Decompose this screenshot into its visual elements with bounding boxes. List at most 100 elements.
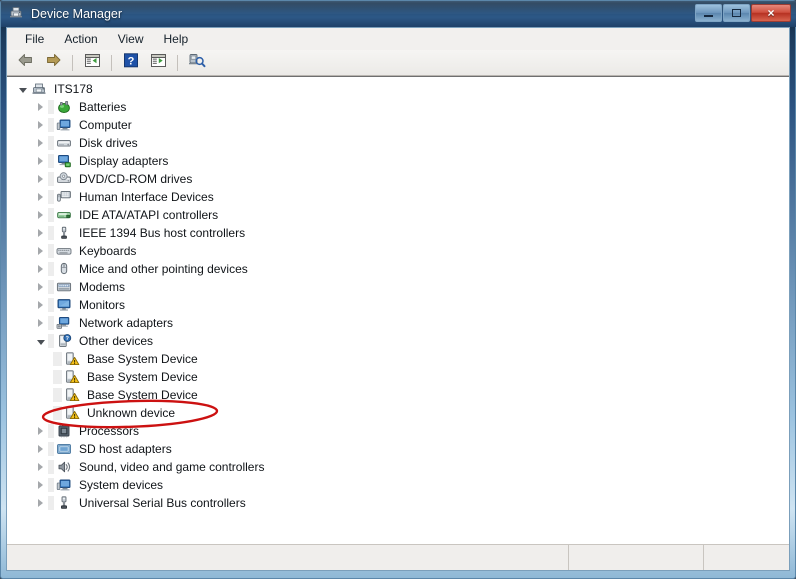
tree-item-base-system-device[interactable]: Base System Device [7,368,789,386]
tree-item-ieee-1394-bus-host-controllers[interactable]: IEEE 1394 Bus host controllers [7,224,789,242]
mouse-icon [55,261,72,277]
expand-triangle-icon[interactable] [35,480,46,491]
svg-text:?: ? [128,55,135,67]
menu-help[interactable]: Help [154,30,199,48]
maximize-button[interactable] [723,4,750,22]
properties-button[interactable] [146,52,170,74]
tree-item-keyboards[interactable]: Keyboards [7,242,789,260]
expand-triangle-icon[interactable] [35,282,46,293]
system-device-icon [55,477,72,493]
tree-item-label: Universal Serial Bus controllers [79,496,246,510]
tree-item-dvd-cd-rom-drives[interactable]: DVD/CD-ROM drives [7,170,789,188]
minimize-icon [704,14,713,17]
collapse-triangle-icon[interactable] [35,336,46,347]
tree-item-human-interface-devices[interactable]: Human Interface Devices [7,188,789,206]
tree-connector [53,370,62,384]
tree-item-label: IDE ATA/ATAPI controllers [79,208,219,222]
toolbar-separator [177,54,178,71]
tree-item-disk-drives[interactable]: Disk drives [7,134,789,152]
tree-item-label: SD host adapters [79,442,172,456]
tree-item-other-devices[interactable]: ? Other devices [7,332,789,350]
show-hide-console-tree-icon [84,53,101,73]
expand-triangle-icon[interactable] [35,300,46,311]
tree-connector [48,316,54,330]
tree-item-its178[interactable]: ITS178 [7,80,789,98]
tree-connector [53,388,62,402]
triangle-glyph [38,481,43,489]
triangle-glyph [38,193,43,201]
expand-triangle-icon[interactable] [35,426,46,437]
window-title: Device Manager [31,7,123,21]
tree-item-base-system-device[interactable]: Base System Device [7,386,789,404]
triangle-glyph [36,339,45,345]
tree-item-display-adapters[interactable]: Display adapters [7,152,789,170]
tree-item-universal-serial-bus-controllers[interactable]: Universal Serial Bus controllers [7,494,789,512]
toolbar: ? [7,50,789,76]
tree-item-base-system-device[interactable]: Base System Device [7,350,789,368]
tree-item-modems[interactable]: Modems [7,278,789,296]
tree-item-system-devices[interactable]: System devices [7,476,789,494]
tree-item-network-adapters[interactable]: Network adapters [7,314,789,332]
back-button[interactable] [14,52,38,74]
triangle-glyph [38,265,43,273]
tree-item-monitors[interactable]: Monitors [7,296,789,314]
expand-triangle-icon[interactable] [35,246,46,257]
triangle-glyph [38,121,43,129]
tree-connector [48,496,54,510]
menu-action[interactable]: Action [54,30,107,48]
triangle-glyph [38,301,43,309]
menu-bar: File Action View Help [7,28,789,51]
expand-triangle-icon[interactable] [35,138,46,149]
tree-item-mice-and-other-pointing-devices[interactable]: Mice and other pointing devices [7,260,789,278]
computer-icon [55,117,72,133]
forward-button[interactable] [41,52,65,74]
triangle-glyph [38,283,43,291]
tree-item-label: ITS178 [54,82,93,96]
tree-item-sd-host-adapters[interactable]: SD host adapters [7,440,789,458]
collapse-triangle-icon[interactable] [17,84,28,95]
expand-triangle-icon[interactable] [35,264,46,275]
tree-item-ide-ata-atapi-controllers[interactable]: IDE ATA/ATAPI controllers [7,206,789,224]
tree-item-computer[interactable]: Computer [7,116,789,134]
close-button[interactable]: × [751,4,791,22]
status-pane-b [569,545,704,570]
tree-item-sound-video-and-game-controllers[interactable]: Sound, video and game controllers [7,458,789,476]
triangle-glyph [38,157,43,165]
minimize-button[interactable] [695,4,722,22]
expand-triangle-icon[interactable] [35,174,46,185]
title-bar[interactable]: Device Manager × [1,1,796,27]
expand-triangle-icon[interactable] [35,444,46,455]
battery-icon [55,99,72,115]
tree-item-label: Mice and other pointing devices [79,262,248,276]
show-hide-console-tree-button[interactable] [80,52,104,74]
expand-triangle-icon[interactable] [35,156,46,167]
help-button[interactable]: ? [119,52,143,74]
sound-controller-icon [55,459,72,475]
device-tree-panel[interactable]: ITS178 Batteries Computer Disk drives Displa… [7,76,789,545]
menu-view[interactable]: View [108,30,154,48]
help-icon: ? [123,52,139,73]
unknown-device-warning-icon [63,351,80,367]
expand-triangle-icon[interactable] [35,318,46,329]
tree-item-unknown-device[interactable]: Unknown device [7,404,789,422]
scan-for-hardware-changes-button[interactable] [185,52,209,74]
tree-item-processors[interactable]: Processors [7,422,789,440]
tree-connector [48,424,54,438]
menu-file[interactable]: File [15,30,54,48]
expand-triangle-icon[interactable] [35,462,46,473]
expand-triangle-icon[interactable] [35,210,46,221]
expand-triangle-icon[interactable] [35,192,46,203]
tree-connector [48,280,54,294]
tree-item-label: Batteries [79,100,127,114]
tree-connector [48,262,54,276]
expand-triangle-icon[interactable] [35,498,46,509]
tree-connector [48,208,54,222]
expand-triangle-icon[interactable] [35,228,46,239]
tree-item-label: Network adapters [79,316,174,330]
back-arrow-icon [17,52,35,73]
expand-triangle-icon[interactable] [35,102,46,113]
tree-item-batteries[interactable]: Batteries [7,98,789,116]
unknown-device-warning-icon [63,369,80,385]
expand-triangle-icon[interactable] [35,120,46,131]
triangle-glyph [38,175,43,183]
